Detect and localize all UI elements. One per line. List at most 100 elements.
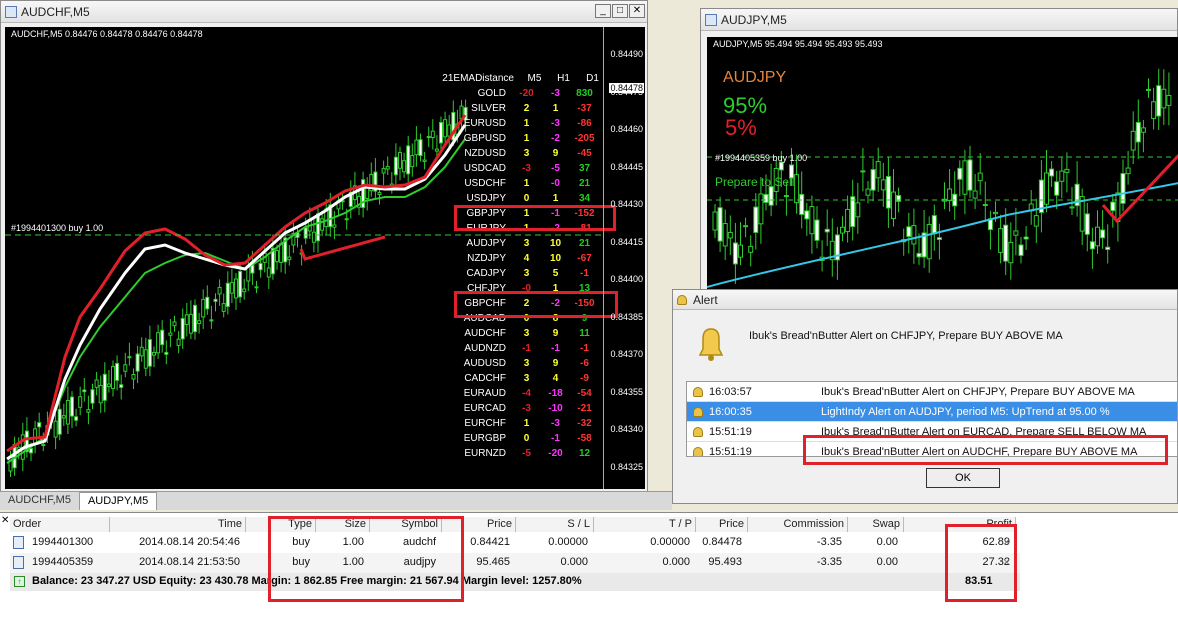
candle (758, 193, 764, 225)
table-row[interactable]: 1994401300 2014.08.14 20:54:46 buy 1.00 audc… (10, 533, 1020, 553)
price-tick-label: 0.84490 (610, 49, 643, 59)
table-row: AUDNZD -1 -1 -1 (430, 341, 607, 356)
order-cell: 1994401300 (32, 536, 94, 548)
candle (254, 286, 259, 289)
list-item[interactable]: 16:03:57 Ibuk's Bread'nButter Alert on CH… (687, 382, 1177, 402)
prepare-to-sell-label: Prepare to Sell (715, 175, 795, 189)
candle (266, 267, 271, 278)
column-header[interactable]: Commission (748, 517, 848, 532)
d1-cell: -1 (580, 343, 589, 354)
alert-titlebar[interactable]: Alert (673, 290, 1177, 310)
candle (1140, 127, 1146, 133)
candle (172, 321, 177, 327)
d1-cell: -54 (577, 388, 592, 399)
candle (74, 416, 79, 421)
column-header[interactable]: Time (110, 517, 246, 532)
column-header[interactable]: Price (696, 517, 748, 532)
candle (885, 176, 891, 209)
audchf-window-titlebar[interactable]: AUDCHF,M5 _ □ ✕ (1, 1, 647, 23)
price-tick-label: 0.84430 (610, 199, 643, 209)
m5-cell: 4 (523, 253, 530, 264)
h1-cell: -10 (548, 403, 563, 414)
audjpy-window-titlebar[interactable]: AUDJPY,M5 (701, 9, 1177, 31)
column-header[interactable]: Swap (848, 517, 904, 532)
candle (168, 332, 173, 336)
candle (143, 349, 148, 369)
candle (393, 156, 398, 176)
candle (229, 282, 234, 294)
m5-cell: 3 (523, 358, 530, 369)
candle (311, 231, 316, 243)
d1-cell: -58 (577, 433, 592, 444)
candle (783, 195, 789, 198)
table-row: NZDJPY 4 10 -67 (430, 251, 607, 266)
audchf-window-title: AUDCHF,M5 (21, 4, 90, 19)
d1-cell: -1 (580, 268, 589, 279)
audjpy-chart[interactable]: AUDJPY,M5 95.494 95.494 95.493 95.493 AU… (707, 37, 1178, 299)
tab-audchf[interactable]: AUDCHF,M5 (0, 492, 80, 510)
m5-cell: -3 (522, 163, 531, 174)
time-cell: 2014.08.14 21:53:50 (139, 556, 240, 568)
terminal-close-icon[interactable]: ✕ (1, 515, 9, 526)
candle (258, 262, 263, 271)
candle (377, 192, 382, 195)
bell-icon (693, 406, 703, 417)
bell-icon (693, 386, 703, 397)
candle (98, 384, 103, 404)
table-row: EURNZD -5 -20 12 (430, 446, 607, 461)
candle (794, 174, 800, 204)
minimize-button[interactable]: _ (595, 4, 611, 18)
candle (57, 408, 62, 435)
downtrend-percent: 5% (725, 115, 757, 140)
h1-cell: 1 (552, 103, 559, 114)
candle (870, 169, 876, 191)
m5-cell: 1 (523, 178, 530, 189)
ok-button[interactable]: OK (926, 468, 1000, 488)
candle (135, 353, 140, 372)
candle (217, 286, 222, 295)
maximize-button[interactable]: □ (612, 4, 628, 18)
candle (1033, 215, 1039, 227)
d1-cell: 37 (578, 163, 591, 174)
alert-time: 16:03:57 (709, 385, 752, 398)
candle (127, 356, 132, 359)
candle (160, 329, 165, 346)
m5-cell: -4 (522, 388, 531, 399)
bell-icon (693, 446, 703, 456)
candle (1054, 181, 1060, 196)
candle (225, 282, 230, 307)
d1-cell: 21 (578, 178, 591, 189)
audchf-chart[interactable]: AUDCHF,M5 0.84476 0.84478 0.84476 0.8447… (5, 27, 645, 489)
candle (78, 396, 83, 408)
candle (53, 420, 58, 438)
time-cell: 2014.08.14 20:54:46 (139, 536, 240, 548)
close-button[interactable]: ✕ (629, 4, 645, 18)
column-header[interactable]: T / P (594, 517, 696, 532)
candle (891, 191, 896, 220)
comm-cell: -3.35 (816, 536, 842, 548)
list-item[interactable]: 16:00:35 LightIndy Alert on AUDJPY, perio… (687, 402, 1177, 422)
d1-cell: 21 (578, 238, 591, 249)
candle (184, 314, 189, 325)
alert-message: Ibuk's Bread'nButter Alert on CHFJPY, Pr… (749, 330, 1063, 342)
candle (37, 422, 42, 428)
candle (768, 186, 774, 206)
candle (712, 211, 718, 231)
h1-cell: -1 (551, 433, 560, 444)
column-header[interactable]: Order (10, 517, 110, 532)
candle (947, 188, 953, 202)
candle (1089, 241, 1095, 250)
symbol-cell: CADJPY (466, 268, 506, 279)
table-row: EURCAD -3 -10 -21 (430, 401, 607, 416)
candle (188, 313, 193, 334)
tab-audjpy[interactable]: AUDJPY,M5 (79, 492, 158, 510)
column-header[interactable]: S / L (516, 517, 594, 532)
candle (998, 228, 1004, 253)
table-row[interactable]: 1994405359 2014.08.14 21:53:50 buy 1.00 audj… (10, 553, 1020, 573)
candle (855, 202, 861, 218)
table-row: EURUSD 1 -3 -86 (430, 116, 607, 131)
m5-cell: -20 (519, 88, 534, 99)
symbol-cell: CADCHF (464, 373, 506, 384)
m5-cell: 3 (523, 148, 530, 159)
candle (982, 203, 988, 206)
